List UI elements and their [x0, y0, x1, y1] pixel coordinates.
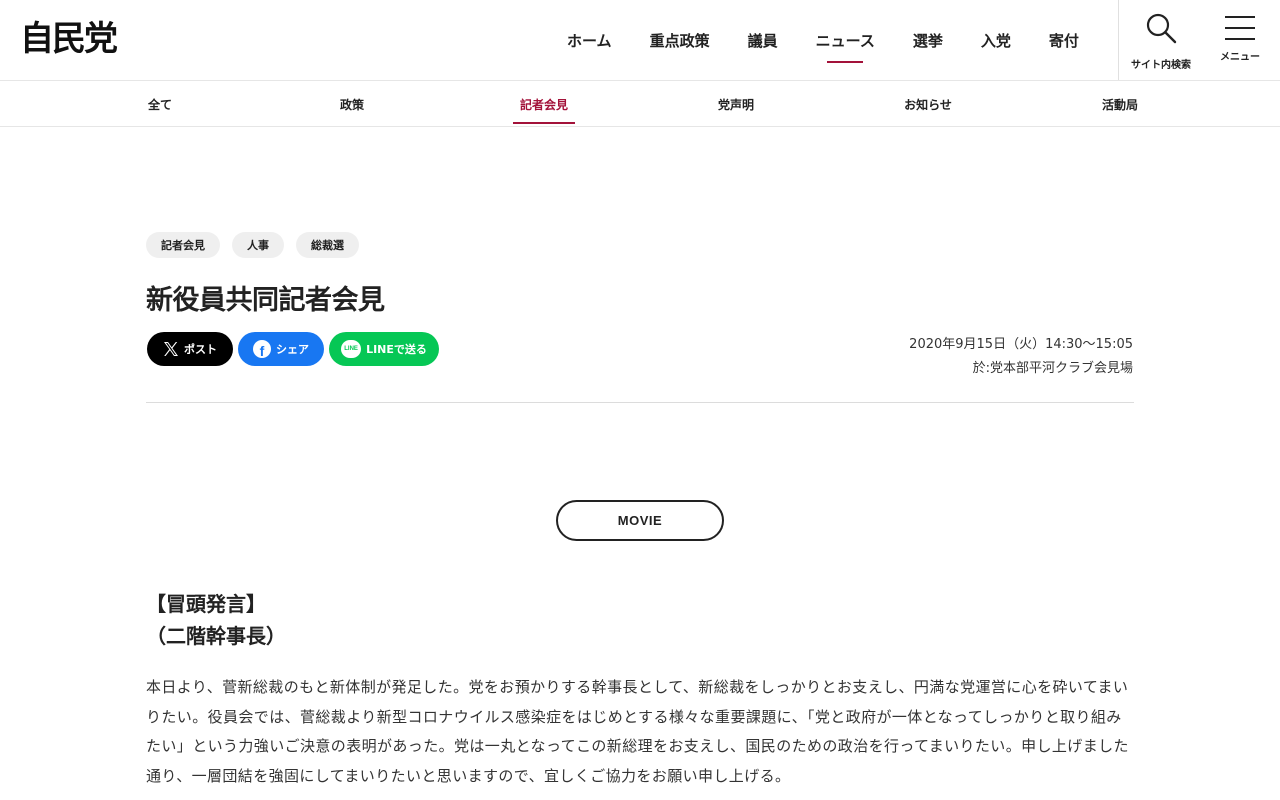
divider	[146, 402, 1134, 403]
article-meta: 2020年9月15日（火）14:30～15:05 於:党本部平河クラブ会見場	[909, 333, 1133, 381]
share-x-label: ポスト	[184, 343, 217, 356]
main-nav: ホーム 重点政策 議員 ニュース 選挙 入党 寄付	[548, 0, 1098, 80]
section-heading: 【冒頭発言】 （二階幹事長）	[146, 588, 286, 652]
category-nav: 全て 政策 記者会見 党声明 お知らせ 活動局	[0, 81, 1280, 127]
site-search-button[interactable]: サイト内検索	[1126, 0, 1196, 80]
x-logo-icon	[163, 341, 179, 357]
category-policy[interactable]: 政策	[340, 81, 364, 127]
tag-press-conference[interactable]: 記者会見	[146, 232, 220, 258]
nav-policy[interactable]: 重点政策	[631, 0, 729, 80]
category-all[interactable]: 全て	[148, 81, 172, 127]
section-heading-speaker: （二階幹事長）	[146, 624, 286, 648]
section-heading-opening: 【冒頭発言】	[146, 592, 266, 616]
article-body: 本日より、菅新総裁のもと新体制が発足した。党をお預かりする幹事長として、新総裁を…	[146, 678, 1129, 785]
article-title: 新役員共同記者会見	[146, 285, 385, 316]
nav-home[interactable]: ホーム	[548, 0, 631, 80]
share-buttons: ポスト f シェア LINE LINEで送る	[147, 332, 439, 366]
search-icon	[1145, 12, 1177, 48]
category-statements[interactable]: 党声明	[718, 81, 754, 127]
category-press-conference[interactable]: 記者会見	[512, 81, 576, 127]
site-logo[interactable]: 自民党	[20, 20, 132, 58]
logo-text: 自民党	[20, 19, 118, 59]
nav-news[interactable]: ニュース	[797, 0, 894, 80]
share-line-button[interactable]: LINE LINEで送る	[329, 332, 439, 366]
article-date: 2020年9月15日（火）14:30～15:05	[909, 337, 1133, 352]
menu-button[interactable]: メニュー	[1206, 0, 1274, 80]
article-tags: 記者会見 人事 総裁選	[146, 232, 359, 258]
share-x-button[interactable]: ポスト	[147, 332, 233, 366]
hamburger-icon	[1225, 16, 1255, 40]
menu-label: メニュー	[1220, 52, 1260, 63]
header-divider	[1118, 0, 1119, 80]
line-icon-text: LINE	[341, 340, 362, 358]
site-header: 自民党 ホーム 重点政策 議員 ニュース 選挙 入党 寄付 サイト内検索 メニュ…	[0, 0, 1280, 81]
tag-personnel[interactable]: 人事	[232, 232, 284, 258]
movie-button[interactable]: MOVIE	[556, 500, 724, 541]
category-notices[interactable]: お知らせ	[904, 81, 952, 127]
category-activities[interactable]: 活動局	[1102, 81, 1138, 127]
share-facebook-button[interactable]: f シェア	[238, 332, 324, 366]
nav-elections[interactable]: 選挙	[894, 0, 962, 80]
nav-donate[interactable]: 寄付	[1030, 0, 1098, 80]
share-facebook-label: シェア	[276, 343, 309, 356]
tag-presidential-election[interactable]: 総裁選	[296, 232, 359, 258]
nav-join[interactable]: 入党	[962, 0, 1030, 80]
search-label: サイト内検索	[1131, 60, 1191, 71]
nav-members[interactable]: 議員	[729, 0, 797, 80]
article-location: 於:党本部平河クラブ会見場	[972, 361, 1133, 376]
share-line-label: LINEで送る	[366, 343, 427, 356]
line-icon: LINE	[341, 340, 362, 358]
facebook-icon: f	[253, 340, 271, 358]
